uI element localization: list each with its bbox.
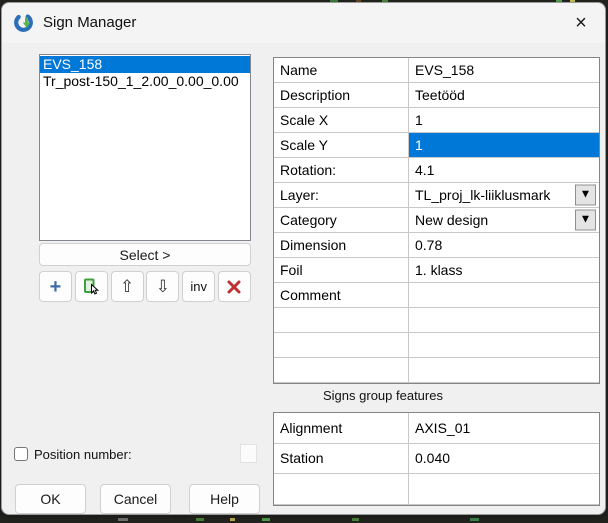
group-feature-value[interactable] (409, 474, 599, 505)
layer-value: TL_proj_lk-liiklusmark (415, 187, 551, 203)
list-item[interactable]: Tr_post-150_1_2.00_0.00_0.00 (40, 73, 250, 90)
move-up-button[interactable]: ⇧ (110, 271, 144, 302)
background-artifact (118, 518, 128, 521)
property-value[interactable] (409, 358, 599, 383)
property-label: Foil (274, 258, 409, 283)
property-value[interactable]: Teetööd (409, 83, 599, 108)
property-label: Rotation: (274, 158, 409, 183)
property-value[interactable] (409, 308, 599, 333)
property-label: Scale Y (274, 133, 409, 158)
signs-group-features-table: Alignment AXIS_01 Station 0.040 (273, 412, 600, 506)
sign-list: EVS_158 Tr_post-150_1_2.00_0.00_0.00 (39, 54, 251, 241)
property-label: Name (274, 58, 409, 83)
property-value-selected[interactable]: 1 (409, 133, 599, 158)
select-button[interactable]: Select > (39, 243, 251, 266)
group-feature-value[interactable]: AXIS_01 (409, 413, 599, 444)
chevron-down-icon: ▼ (582, 189, 589, 200)
cancel-button[interactable]: Cancel (100, 484, 171, 514)
invert-label: inv (190, 279, 207, 294)
property-value[interactable]: 4.1 (409, 158, 599, 183)
invert-selection-button[interactable]: inv (182, 271, 216, 302)
layer-dropdown-button[interactable]: ▼ (575, 184, 596, 206)
arrow-down-icon: ⇩ (155, 276, 171, 297)
title-bar[interactable]: Sign Manager × (2, 3, 605, 43)
sign-manager-dialog: Sign Manager × EVS_158 Tr_post-150_1_2.0… (1, 2, 606, 515)
list-item[interactable]: EVS_158 (40, 56, 250, 73)
pick-cursor-icon (83, 278, 99, 295)
sign-properties-table: Name EVS_158 Description Teetööd Scale X… (273, 57, 600, 384)
property-value[interactable]: 0.78 (409, 233, 599, 258)
background-artifact (230, 518, 235, 521)
move-down-button[interactable]: ⇩ (146, 271, 180, 302)
window-title: Sign Manager (43, 14, 137, 31)
group-feature-label (274, 474, 409, 505)
group-feature-value[interactable]: 0.040 (409, 444, 599, 475)
background-artifact (352, 518, 359, 521)
property-value[interactable] (409, 283, 599, 308)
group-feature-label: Alignment (274, 413, 409, 444)
property-value[interactable]: 1 (409, 108, 599, 133)
background-artifact (196, 518, 204, 521)
property-label: Description (274, 83, 409, 108)
background-artifact (262, 518, 270, 521)
background-artifact (470, 518, 479, 521)
arrow-up-icon: ⇧ (119, 276, 135, 297)
delete-x-icon (227, 280, 241, 293)
property-label (274, 358, 409, 383)
position-number-checkbox[interactable] (14, 447, 28, 461)
category-value: New design (415, 212, 489, 228)
property-label: Scale X (274, 108, 409, 133)
plus-icon: + (49, 275, 62, 298)
close-icon: × (575, 11, 587, 34)
category-dropdown-button[interactable]: ▼ (575, 209, 596, 231)
chevron-down-icon: ▼ (582, 214, 589, 225)
help-button[interactable]: Help (189, 484, 260, 514)
property-value[interactable]: EVS_158 (409, 58, 599, 83)
ok-button[interactable]: OK (15, 484, 86, 514)
property-label: Dimension (274, 233, 409, 258)
property-value[interactable]: 1. klass (409, 258, 599, 283)
delete-sign-button[interactable] (217, 271, 251, 302)
pick-from-drawing-button[interactable] (74, 271, 108, 302)
property-value[interactable] (409, 333, 599, 358)
list-toolbar: + ⇧ ⇩ inv (39, 271, 251, 302)
property-label: Category (274, 208, 409, 233)
property-value[interactable]: TL_proj_lk-liiklusmark ▼ (409, 183, 599, 208)
close-button[interactable]: × (565, 8, 597, 38)
property-label: Layer: (274, 183, 409, 208)
add-sign-button[interactable]: + (39, 271, 72, 302)
property-label: Comment (274, 283, 409, 308)
position-number-label: Position number: (34, 447, 132, 462)
app-logo-icon (14, 13, 33, 32)
signs-group-features-title: Signs group features (323, 388, 443, 403)
position-number-field[interactable] (240, 444, 257, 463)
property-value[interactable]: New design ▼ (409, 208, 599, 233)
property-label (274, 308, 409, 333)
group-feature-label: Station (274, 443, 409, 475)
property-label (274, 333, 409, 358)
